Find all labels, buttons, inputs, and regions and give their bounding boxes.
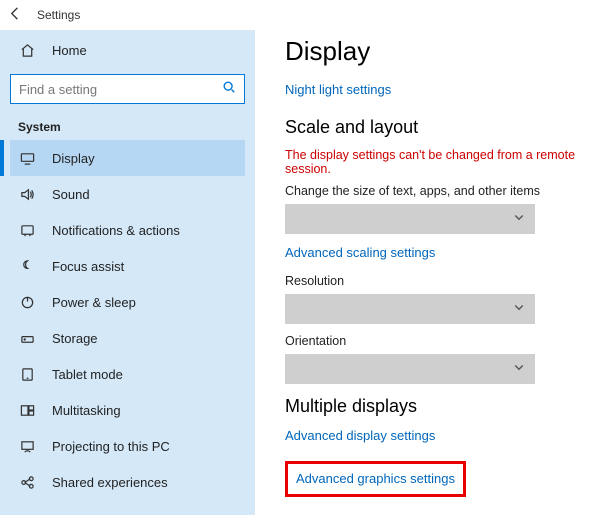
scale-heading: Scale and layout (285, 117, 600, 138)
highlight-box: Advanced graphics settings (285, 461, 466, 497)
notifications-icon (18, 223, 36, 238)
chevron-down-icon (513, 300, 525, 318)
power-icon (18, 295, 36, 310)
titlebar: Settings (0, 0, 600, 30)
page-title: Display (285, 36, 600, 67)
projecting-icon (18, 439, 36, 454)
storage-icon (18, 331, 36, 346)
scale-dropdown[interactable] (285, 204, 535, 234)
multiple-displays-heading: Multiple displays (285, 396, 600, 417)
tablet-icon (18, 367, 36, 382)
sidebar-item-notifications[interactable]: Notifications & actions (10, 212, 245, 248)
sound-icon (18, 187, 36, 202)
advanced-display-link[interactable]: Advanced display settings (285, 428, 435, 443)
sidebar-item-projecting[interactable]: Projecting to this PC (10, 428, 245, 464)
sidebar-item-focus-assist[interactable]: Focus assist (10, 248, 245, 284)
search-icon (222, 80, 236, 99)
sidebar-home-label: Home (52, 43, 87, 58)
content: Display Night light settings Scale and l… (255, 30, 600, 515)
orientation-label: Orientation (285, 334, 600, 348)
search-input[interactable] (19, 82, 222, 97)
sidebar-item-label: Projecting to this PC (52, 439, 170, 454)
app-title: Settings (37, 8, 80, 22)
sidebar-item-sound[interactable]: Sound (10, 176, 245, 212)
focus-assist-icon (18, 259, 36, 274)
sidebar-home[interactable]: Home (10, 34, 245, 66)
sidebar-item-label: Focus assist (52, 259, 124, 274)
sidebar-item-label: Tablet mode (52, 367, 123, 382)
sidebar-item-storage[interactable]: Storage (10, 320, 245, 356)
sidebar-item-shared-experiences[interactable]: Shared experiences (10, 464, 245, 500)
resolution-dropdown[interactable] (285, 294, 535, 324)
multitasking-icon (18, 403, 36, 418)
sidebar-section-label: System (10, 114, 245, 140)
search-input-container[interactable] (10, 74, 245, 104)
back-button[interactable] (8, 6, 23, 25)
chevron-down-icon (513, 360, 525, 378)
sidebar-item-label: Power & sleep (52, 295, 136, 310)
sidebar-item-label: Notifications & actions (52, 223, 180, 238)
advanced-graphics-link[interactable]: Advanced graphics settings (296, 471, 455, 486)
sidebar-item-label: Shared experiences (52, 475, 168, 490)
main-layout: Home System Display Sound Notifica (0, 30, 600, 515)
advanced-scaling-link[interactable]: Advanced scaling settings (285, 245, 435, 260)
sidebar-item-display[interactable]: Display (10, 140, 245, 176)
sidebar-item-power-sleep[interactable]: Power & sleep (10, 284, 245, 320)
chevron-down-icon (513, 210, 525, 228)
orientation-dropdown[interactable] (285, 354, 535, 384)
sidebar-item-multitasking[interactable]: Multitasking (10, 392, 245, 428)
sidebar-item-label: Multitasking (52, 403, 121, 418)
shared-icon (18, 475, 36, 490)
sidebar-item-label: Storage (52, 331, 98, 346)
home-icon (18, 43, 36, 58)
sidebar-item-label: Display (52, 151, 95, 166)
sidebar: Home System Display Sound Notifica (0, 30, 255, 515)
display-icon (18, 151, 36, 166)
scale-description: Change the size of text, apps, and other… (285, 184, 600, 198)
resolution-label: Resolution (285, 274, 600, 288)
sidebar-item-label: Sound (52, 187, 90, 202)
remote-session-warning: The display settings can't be changed fr… (285, 148, 600, 176)
sidebar-item-tablet-mode[interactable]: Tablet mode (10, 356, 245, 392)
night-light-link[interactable]: Night light settings (285, 82, 391, 97)
